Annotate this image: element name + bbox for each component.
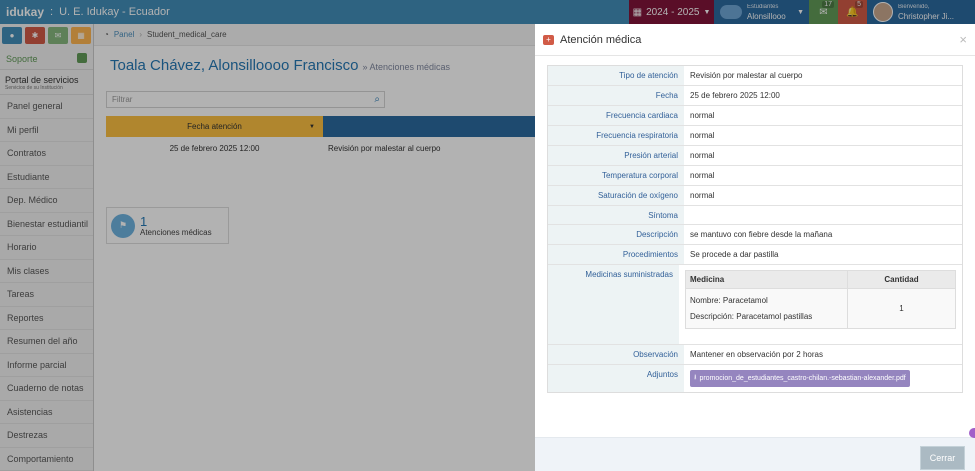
detail-value: Se procede a dar pastilla <box>690 250 779 259</box>
detail-value: normal <box>690 171 715 180</box>
detail-value: Mantener en observación por 2 horas <box>690 350 823 359</box>
detail-row: Medicinas suministradas Medicina Cantida… <box>548 265 962 345</box>
detail-row: Descripción se mantuvo con fiebre desde … <box>548 225 962 245</box>
medicine-name: Nombre: Paracetamol <box>690 296 768 305</box>
detail-label: Frecuencia respiratoria <box>548 126 684 145</box>
detail-label: Descripción <box>548 225 684 244</box>
detail-value-medicines: Medicina Cantidad Nombre: Paracetamol De… <box>679 265 962 344</box>
detail-row: Presión arterial normal <box>548 146 962 166</box>
floating-help-tab[interactable] <box>969 428 975 438</box>
detail-row: Procedimientos Se procede a dar pastilla <box>548 245 962 265</box>
medicine-column-header: Medicina <box>690 275 725 284</box>
attachment-link[interactable]: ⭳ promocion_de_estudiantes_castro-chilan… <box>690 370 910 387</box>
quantity-column-header: Cantidad <box>847 271 955 288</box>
modal-title: Atención médica <box>560 33 642 46</box>
detail-row: Tipo de atención Revisión por malestar a… <box>548 66 962 86</box>
detail-value: normal <box>690 151 715 160</box>
detail-value: normal <box>690 111 715 120</box>
medicines-table: Medicina Cantidad Nombre: Paracetamol De… <box>685 270 956 329</box>
modal-footer: Cerrar <box>535 437 975 471</box>
detail-label: Frecuencia cardiaca <box>548 106 684 125</box>
detail-value: normal <box>690 131 715 140</box>
medicine-info: Nombre: Paracetamol Descripción: Paracet… <box>686 289 847 328</box>
detail-row: Síntoma <box>548 206 962 225</box>
detail-label: Observación <box>548 345 684 364</box>
detail-row: Adjuntos ⭳ promocion_de_estudiantes_cast… <box>548 365 962 392</box>
detail-row: Frecuencia respiratoria normal <box>548 126 962 146</box>
medkit-icon: + <box>543 34 554 45</box>
download-icon: ⭳ <box>694 374 697 381</box>
medicine-description: Descripción: Paracetamol pastillas <box>690 312 813 321</box>
medicines-header: Medicina Cantidad <box>686 271 955 288</box>
detail-value: normal <box>690 191 715 200</box>
detail-label: Saturación de oxígeno <box>548 186 684 205</box>
detail-label: Adjuntos <box>548 365 684 392</box>
medicine-quantity: 1 <box>847 289 955 328</box>
medical-care-modal: + Atención médica × Tipo de atención Rev… <box>535 24 975 471</box>
detail-row: Frecuencia cardiaca normal <box>548 106 962 126</box>
close-icon[interactable]: × <box>959 32 967 47</box>
attachment-filename: promocion_de_estudiantes_castro-chilan.-… <box>699 375 906 382</box>
detail-label: Tipo de atención <box>548 66 684 85</box>
detail-value: se mantuvo con fiebre desde la mañana <box>690 230 833 239</box>
detail-value <box>684 206 962 224</box>
detail-value: ⭳ promocion_de_estudiantes_castro-chilan… <box>684 365 962 392</box>
detail-label: Presión arterial <box>548 146 684 165</box>
detail-row: Temperatura corporal normal <box>548 166 962 186</box>
detail-label: Procedimientos <box>548 245 684 264</box>
detail-label: Medicinas suministradas <box>548 265 679 344</box>
details-table: Tipo de atención Revisión por malestar a… <box>547 65 963 393</box>
modal-header: + Atención médica × <box>535 24 975 56</box>
detail-row: Saturación de oxígeno normal <box>548 186 962 206</box>
detail-row: Observación Mantener en observación por … <box>548 345 962 365</box>
detail-value: Revisión por malestar al cuerpo <box>690 71 803 80</box>
detail-value: 25 de febrero 2025 12:00 <box>690 91 780 100</box>
detail-row: Fecha 25 de febrero 2025 12:00 <box>548 86 962 106</box>
detail-label: Fecha <box>548 86 684 105</box>
detail-label: Síntoma <box>548 206 684 224</box>
close-button[interactable]: Cerrar <box>920 446 965 470</box>
table-row: Nombre: Paracetamol Descripción: Paracet… <box>686 288 955 328</box>
detail-label: Temperatura corporal <box>548 166 684 185</box>
